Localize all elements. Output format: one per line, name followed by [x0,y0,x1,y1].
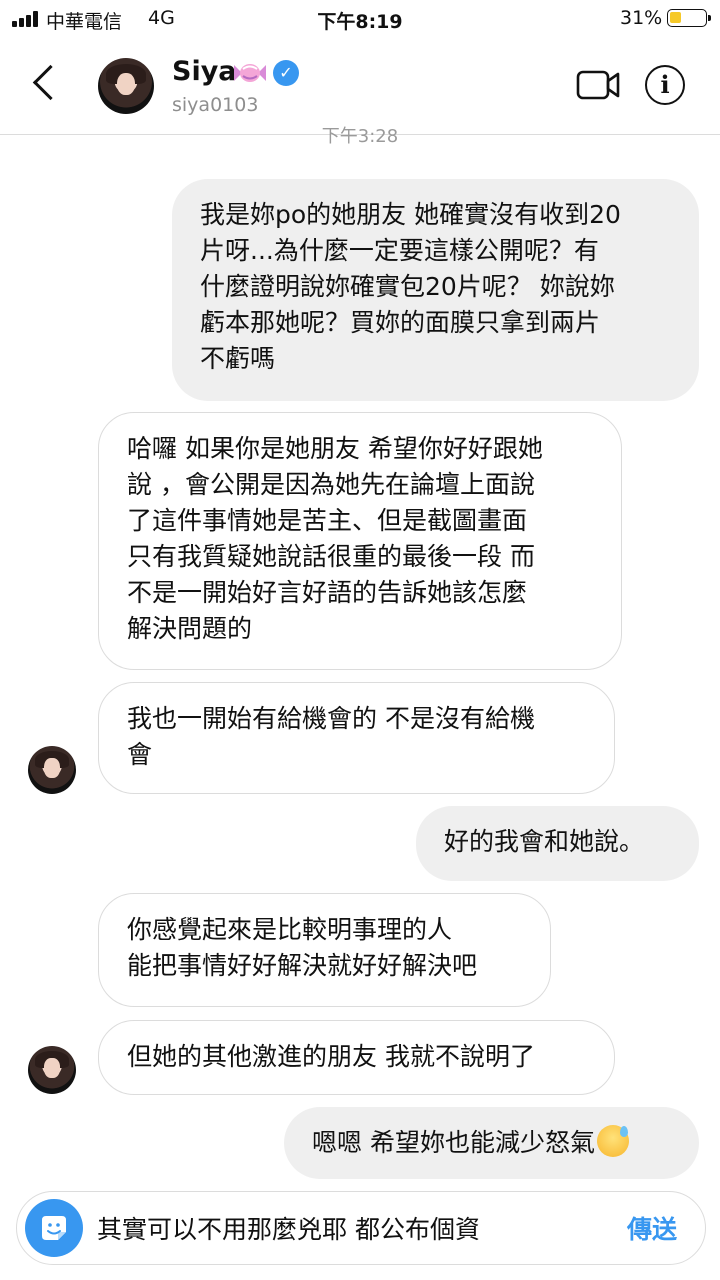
chat-header: Siya ✓ siya0103 i [0,38,720,135]
message-bubble-received[interactable]: 但她的其他激進的朋友 我就不說明了 [98,1020,615,1095]
send-button[interactable]: 傳送 [627,1210,677,1246]
avatar[interactable] [28,746,76,794]
sticker-button[interactable] [25,1199,83,1257]
status-bar: 中華電信 4G 下午8:19 31% [0,0,720,38]
message-timestamp: 下午3:28 [321,126,399,147]
video-camera-icon[interactable] [576,68,620,102]
battery-percent: 31% [620,7,663,29]
battery-icon [667,9,711,27]
message-text: 嗯嗯 希望妳也能減少怒氣 [312,1128,595,1157]
message-bubble-received[interactable]: 哈囉 如果你是她朋友 希望你好好跟她 說 ，會公開是因為她先在論壇上面說 了這件… [98,412,622,670]
avatar[interactable] [28,1046,76,1094]
chevron-left-icon[interactable] [32,64,69,101]
message-composer: 傳送 [16,1191,706,1265]
message-bubble-sent[interactable]: 我是妳po的她朋友 她確實沒有收到20 片呀...為什麼一定要這樣公開呢？有 什… [172,179,699,401]
message-bubble-received[interactable]: 我也一開始有給機會的 不是沒有給機 會 [98,682,615,794]
message-bubble-sent[interactable]: 好的我會和她說。 [416,806,699,881]
message-bubble-sent[interactable]: 嗯嗯 希望妳也能減少怒氣 [284,1107,699,1179]
contact-username: siya0103 [172,94,259,116]
message-bubble-received[interactable]: 你感覺起來是比較明事理的人 能把事情好好解決就好好解決吧 [98,893,551,1007]
status-time: 下午8:19 [317,11,403,33]
avatar[interactable] [98,58,154,114]
verified-badge-icon: ✓ [273,60,299,86]
sweat-smile-emoji-icon [596,1125,629,1157]
sticker-icon [42,1216,66,1240]
message-input[interactable] [97,1204,527,1252]
contact-name[interactable]: Siya [172,56,237,87]
info-icon[interactable]: i [645,65,685,105]
candy-emoji-icon [234,64,266,82]
